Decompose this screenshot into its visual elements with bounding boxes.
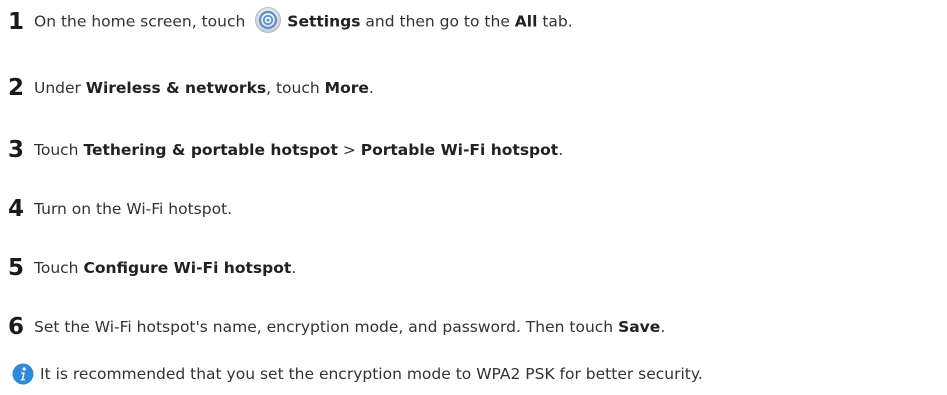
step-text-separator: >: [342, 141, 356, 159]
step-number: 5: [8, 255, 25, 281]
step-text-part: .: [660, 318, 666, 336]
all-tab-label: All: [514, 12, 538, 31]
step-4: 4 Turn on the Wi-Fi hotspot.: [8, 192, 232, 226]
step-5: 5 Touch Configure Wi-Fi hotspot.: [8, 251, 296, 285]
note: It is recommended that you set the encry…: [12, 361, 703, 387]
step-6: 6 Set the Wi-Fi hotspot's name, encrypti…: [8, 310, 665, 344]
portable-hotspot-label: Portable Wi-Fi hotspot: [360, 141, 559, 159]
step-text: Set the Wi-Fi hotspot's name, encryption…: [34, 318, 665, 336]
configure-hotspot-label: Configure Wi-Fi hotspot: [83, 259, 292, 277]
step-text-part: tab.: [542, 12, 573, 31]
step-text-part: and then go to the: [365, 12, 510, 31]
step-text-part: On the home screen, touch: [34, 12, 246, 31]
step-text-part: Under: [34, 79, 81, 97]
step-text: Touch Configure Wi-Fi hotspot.: [34, 259, 296, 277]
step-text-part: Touch: [34, 141, 79, 159]
step-number: 3: [8, 137, 25, 163]
settings-label: Settings: [287, 12, 361, 31]
step-text-part: .: [368, 79, 374, 97]
settings-gear-icon: [255, 7, 282, 33]
note-text: It is recommended that you set the encry…: [40, 365, 703, 383]
step-number: 6: [8, 314, 25, 340]
step-text-part: .: [291, 259, 297, 277]
step-1: 1 On the home screen, touch Settings and…: [8, 5, 573, 39]
wireless-networks-label: Wireless & networks: [85, 79, 267, 97]
step-text-part: Set the Wi-Fi hotspot's name, encryption…: [34, 318, 614, 336]
step-text-part: , touch: [266, 79, 320, 97]
step-text: Turn on the Wi-Fi hotspot.: [34, 200, 233, 218]
step-text: On the home screen, touch Settings and t…: [34, 7, 573, 35]
step-text: Under Wireless & networks, touch More.: [34, 79, 374, 97]
step-text-part: .: [558, 141, 564, 159]
step-number: 4: [8, 196, 25, 222]
step-number: 1: [8, 9, 25, 35]
info-icon: [12, 363, 34, 385]
more-label: More: [324, 79, 369, 97]
step-text-part: Touch: [34, 259, 79, 277]
step-number: 2: [8, 75, 25, 101]
tethering-label: Tethering & portable hotspot: [83, 141, 338, 159]
step-3: 3 Touch Tethering & portable hotspot > P…: [8, 133, 563, 167]
step-text: Touch Tethering & portable hotspot > Por…: [34, 141, 563, 159]
save-label: Save: [618, 318, 661, 336]
step-2: 2 Under Wireless & networks, touch More.: [8, 71, 374, 105]
